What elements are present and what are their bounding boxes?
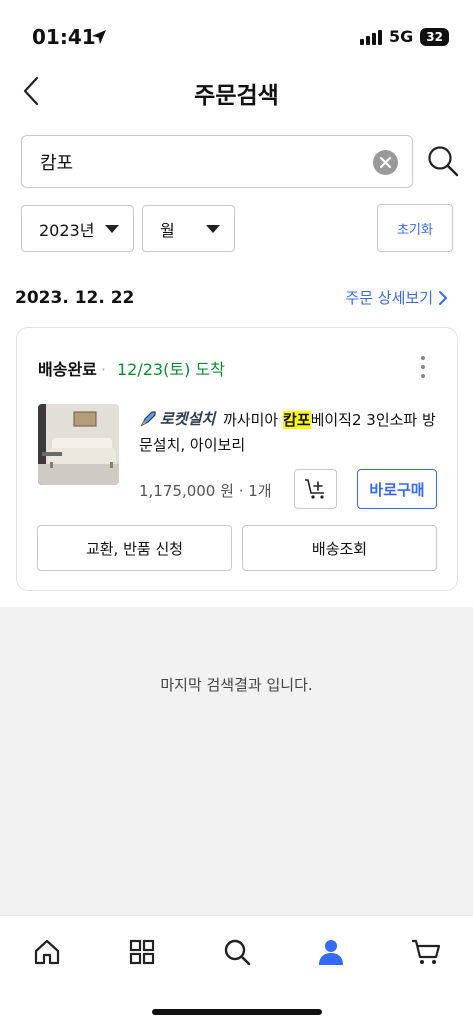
rocket-install-label: 로켓설치 xyxy=(160,410,216,428)
cart-plus-icon xyxy=(304,479,324,499)
page-title: 주문검색 xyxy=(194,83,279,109)
order-date: 2023. 12. 22 xyxy=(15,288,135,308)
home-icon xyxy=(34,939,60,965)
product-thumbnail[interactable] xyxy=(38,404,119,485)
nav-categories[interactable] xyxy=(124,934,160,970)
cart-icon xyxy=(412,939,441,964)
delivery-status: 배송완료 · xyxy=(38,356,110,380)
order-detail-label: 주문 상세보기 xyxy=(345,289,433,307)
bottom-nav xyxy=(0,915,473,1024)
nav-search[interactable] xyxy=(219,934,255,970)
track-delivery-button[interactable]: 배송조회 xyxy=(242,525,437,571)
chevron-right-icon xyxy=(439,290,447,305)
month-select-value: 월 xyxy=(160,220,175,240)
results-footer: 마지막 검색결과 입니다. xyxy=(0,607,473,915)
status-indicators: 5G 32 xyxy=(360,27,449,46)
delivery-status-label: 배송완료 xyxy=(38,360,97,379)
buy-now-button[interactable]: 바로구매 xyxy=(357,469,437,509)
rocket-icon xyxy=(140,410,156,426)
user-icon xyxy=(319,940,343,965)
status-time: 01:41 xyxy=(32,25,96,49)
status-bar: 01:41 5G 32 xyxy=(0,0,473,70)
year-select[interactable]: 2023년 xyxy=(21,205,134,252)
search-input[interactable] xyxy=(40,148,360,176)
category-grid-icon xyxy=(129,939,155,965)
price-quantity: 1,175,000 원 · 1개 xyxy=(139,480,272,501)
order-card: 배송완료 · 12/23(토) 도착 까사미아 캄포베이직2 3인소파 방문설치,… xyxy=(16,327,458,591)
network-type: 5G xyxy=(389,27,414,46)
chevron-down-icon xyxy=(105,225,119,233)
location-arrow-icon xyxy=(92,30,106,44)
search-highlight: 캄포 xyxy=(282,411,311,429)
reset-button[interactable]: 초기화 xyxy=(377,204,453,252)
status-separator: · xyxy=(100,360,106,379)
nav-home[interactable] xyxy=(29,934,65,970)
search-box xyxy=(21,135,413,188)
end-of-results-message: 마지막 검색결과 입니다. xyxy=(160,676,313,694)
search-icon xyxy=(224,939,251,966)
exchange-return-button[interactable]: 교환, 반품 신청 xyxy=(37,525,232,571)
arrival-date: 12/23(토) 도착 xyxy=(117,360,225,379)
nav-cart[interactable] xyxy=(408,934,444,970)
price-separator: · xyxy=(238,482,244,500)
signal-icon xyxy=(360,29,383,45)
sofa-product-image xyxy=(38,404,119,485)
product-price: 1,175,000 원 xyxy=(139,482,234,500)
rocket-install-badge: 로켓설치 xyxy=(139,408,215,429)
chevron-down-icon xyxy=(206,225,220,233)
product-name-prefix: 까사미아 xyxy=(223,411,283,429)
home-indicator xyxy=(152,1009,322,1015)
search-icon xyxy=(428,146,459,177)
order-detail-link[interactable]: 주문 상세보기 xyxy=(345,287,449,308)
month-select[interactable]: 월 xyxy=(142,205,235,252)
nav-my-account[interactable] xyxy=(313,934,349,970)
more-options-button[interactable] xyxy=(419,356,427,378)
product-quantity: 1개 xyxy=(248,482,272,500)
top-bar: 주문검색 xyxy=(0,70,473,112)
clear-search-button[interactable] xyxy=(373,150,398,175)
close-icon xyxy=(380,157,391,168)
search-button[interactable] xyxy=(427,145,459,177)
add-to-cart-button[interactable] xyxy=(294,469,337,509)
battery-icon: 32 xyxy=(420,27,449,46)
year-select-value: 2023년 xyxy=(39,220,95,240)
